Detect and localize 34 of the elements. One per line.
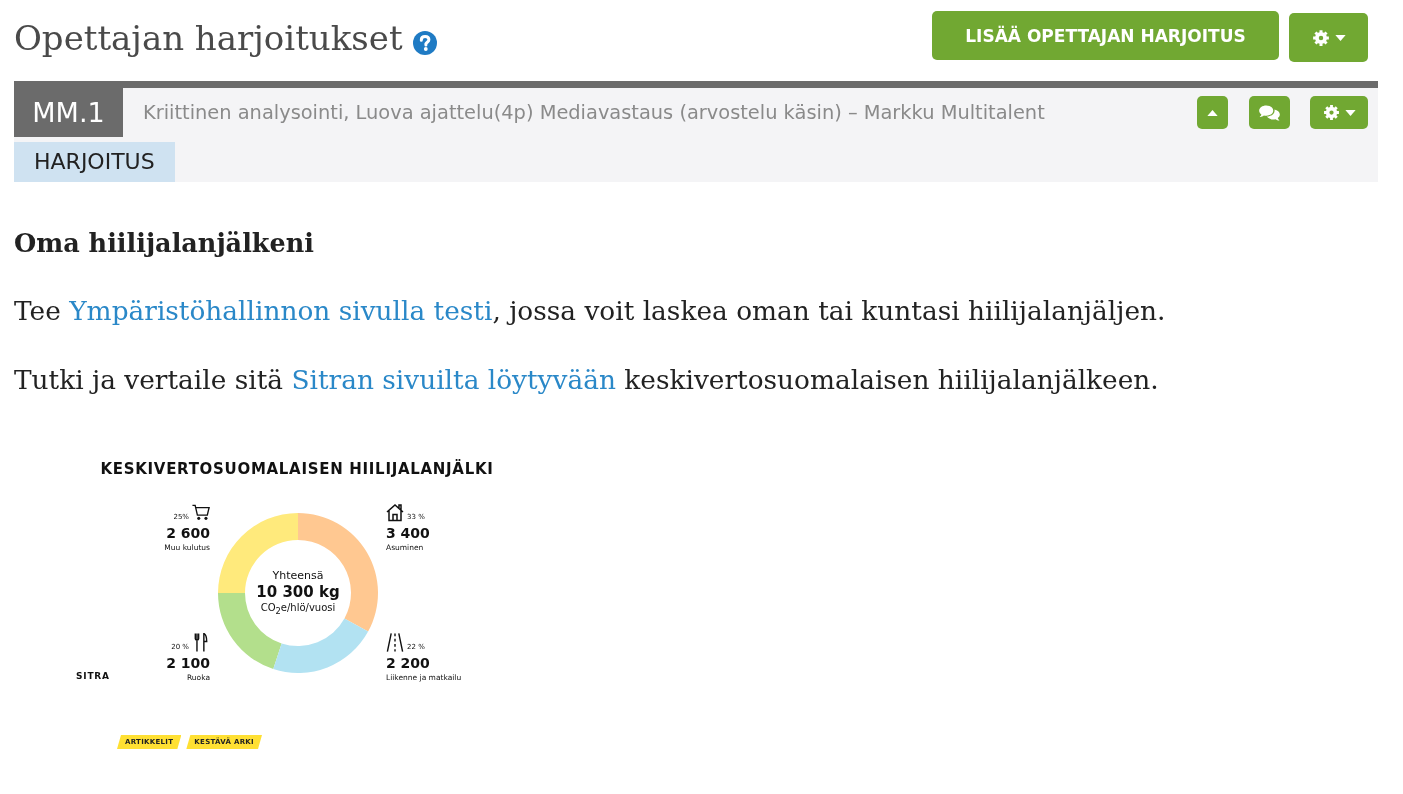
content-heading: Oma hiilijalanjälkeni bbox=[14, 227, 315, 259]
collapse-button[interactable] bbox=[1197, 96, 1228, 129]
paragraph: Tutki ja vertaile sitä Sitran sivuilta löytyvään keskivertosuomalaisen hiilijalanjälkeen. bbox=[14, 363, 1160, 397]
total-label: Yhteensä bbox=[272, 568, 324, 583]
paragraph: Tee Ympäristöhallinnon sivulla testi, jossa voit laskea oman tai kuntasi hiilijalanjäljen. bbox=[14, 294, 1167, 328]
speech-bubbles-icon bbox=[1259, 104, 1280, 121]
settings-icon bbox=[1322, 104, 1340, 121]
help-icon[interactable] bbox=[412, 31, 437, 55]
total-value: 10 300 kg bbox=[256, 583, 340, 601]
caret-down-icon bbox=[1344, 109, 1356, 116]
comments-button[interactable] bbox=[1249, 96, 1290, 129]
link[interactable]: Sitran sivuilta löytyvään bbox=[291, 364, 616, 395]
shopping-cart-icon bbox=[192, 503, 210, 522]
caret-down-icon bbox=[1334, 34, 1346, 41]
exercise-code: MM.1 bbox=[14, 88, 123, 137]
exercise-description: Kriittinen analysointi, Luova ajattelu(4p) Mediavastaus (arvostelu käsin) – Markku Multitalent bbox=[143, 101, 1046, 124]
value-label: 2 100 bbox=[166, 655, 210, 672]
total-unit: CO$_{2}$e/hlö/vuosi bbox=[260, 601, 336, 618]
infographic-title: KESKIVERTOSUOMALAISEN HIILIJALANJÄLKI bbox=[100, 460, 494, 478]
caret-up-icon bbox=[1207, 109, 1218, 116]
fork-knife-icon bbox=[192, 633, 210, 652]
value-label: 2 200 bbox=[386, 655, 430, 672]
value-label: 2 600 bbox=[166, 525, 210, 542]
settings-dropdown-button[interactable] bbox=[1289, 13, 1368, 62]
house-icon bbox=[386, 503, 404, 522]
page-title: Opettajan harjoitukset bbox=[14, 18, 403, 58]
exercise-type-label: HARJOITUS bbox=[14, 142, 175, 182]
value-label: 3 400 bbox=[386, 525, 430, 542]
road-icon bbox=[386, 633, 404, 652]
settings-icon bbox=[1311, 28, 1330, 47]
add-exercise-button[interactable]: LISÄÄ OPETTAJAN HARJOITUS bbox=[932, 11, 1279, 60]
sitra-logo: SITRA bbox=[76, 671, 110, 681]
settings-dropdown-button[interactable] bbox=[1310, 96, 1368, 129]
link[interactable]: Ympäristöhallinnon sivulla testi bbox=[69, 295, 493, 326]
